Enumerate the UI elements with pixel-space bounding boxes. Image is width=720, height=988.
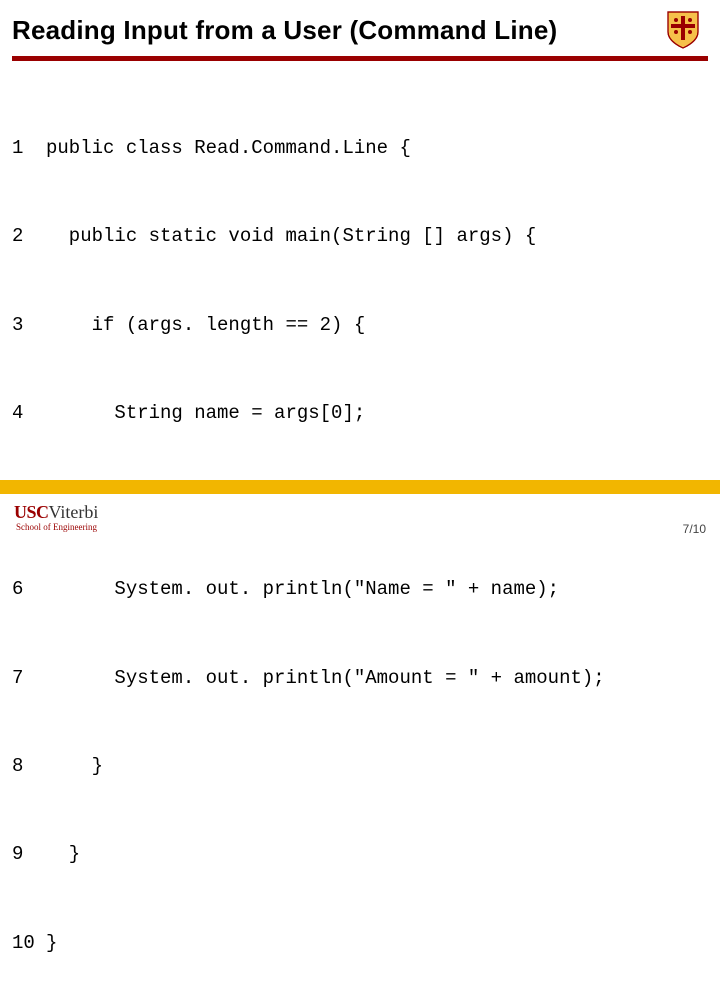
line-number: 8 [12, 752, 46, 781]
code-line: 8 } [12, 752, 700, 781]
code-text: public class Read.Command.Line { [46, 134, 700, 163]
line-number: 6 [12, 575, 46, 604]
line-number: 4 [12, 399, 46, 428]
slide-header: Reading Input from a User (Command Line) [0, 0, 720, 50]
code-text: System. out. println("Name = " + name); [46, 575, 700, 604]
line-number: 10 [12, 929, 46, 958]
code-line: 3 if (args. length == 2) { [12, 311, 700, 340]
code-text: System. out. println("Amount = " + amoun… [46, 664, 700, 693]
page-number: 7/10 [683, 522, 706, 536]
code-line: 1public class Read.Command.Line { [12, 134, 700, 163]
usc-shield-icon [666, 10, 700, 50]
logo-usc-text: USC [14, 502, 49, 522]
code-line: 2 public static void main(String [] args… [12, 222, 700, 251]
code-text: public static void main(String [] args) … [46, 222, 700, 251]
code-line: 6 System. out. println("Name = " + name)… [12, 575, 700, 604]
line-number: 2 [12, 222, 46, 251]
line-number: 1 [12, 134, 46, 163]
footer-gold-bar [0, 480, 720, 494]
slide-footer: USCViterbi School of Engineering 7/10 [0, 480, 720, 540]
logo-text: USCViterbi [14, 503, 98, 521]
line-number: 7 [12, 664, 46, 693]
code-line: 10} [12, 929, 700, 958]
usc-viterbi-logo: USCViterbi School of Engineering [14, 503, 98, 532]
code-line: 7 System. out. println("Amount = " + amo… [12, 664, 700, 693]
code-text: } [46, 752, 700, 781]
code-text: String name = args[0]; [46, 399, 700, 428]
footer-content: USCViterbi School of Engineering 7/10 [0, 494, 720, 540]
code-line: 4 String name = args[0]; [12, 399, 700, 428]
code-text: if (args. length == 2) { [46, 311, 700, 340]
code-line: 9 } [12, 840, 700, 869]
code-text: } [46, 840, 700, 869]
line-number: 3 [12, 311, 46, 340]
logo-subtitle: School of Engineering [16, 523, 98, 532]
code-text: } [46, 929, 700, 958]
slide-title: Reading Input from a User (Command Line) [12, 15, 557, 46]
logo-viterbi-text: Viterbi [49, 502, 99, 522]
line-number: 9 [12, 840, 46, 869]
